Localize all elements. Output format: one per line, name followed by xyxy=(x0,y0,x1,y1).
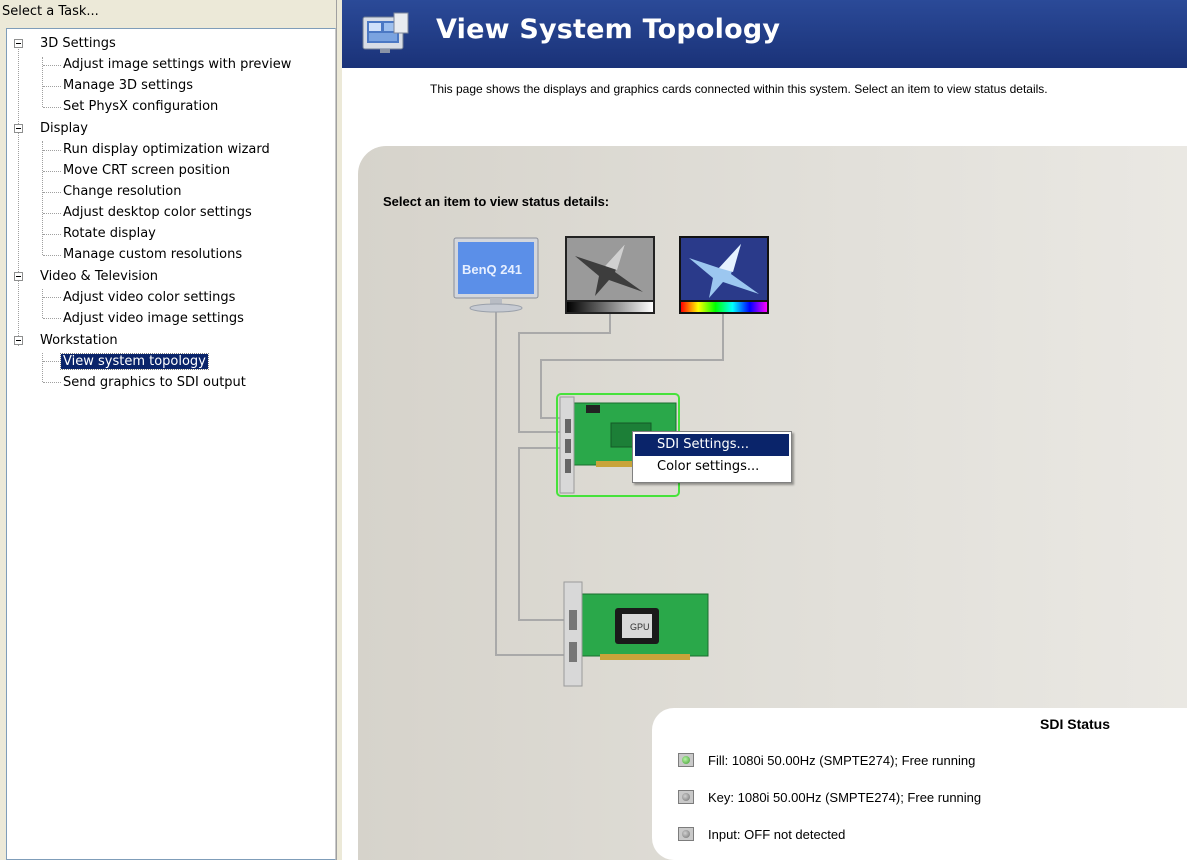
sdi-status-panel: SDI Status Fill: 1080i 50.00Hz (SMPTE274… xyxy=(652,708,1187,860)
tree-node-3d-settings[interactable]: 3D Settings xyxy=(38,35,118,53)
tree-item-video-color[interactable]: Adjust video color settings xyxy=(61,289,237,307)
tree-item-manage-3d-settings[interactable]: Manage 3D settings xyxy=(61,77,195,95)
collapse-3d-settings-icon[interactable] xyxy=(14,39,23,48)
tree-node-label: Display xyxy=(40,121,88,136)
display-3[interactable] xyxy=(679,236,769,314)
tree-item-label: Send graphics to SDI output xyxy=(63,375,246,390)
tree-node-display[interactable]: Display xyxy=(38,120,90,138)
tree-node-label: Video & Television xyxy=(40,269,159,284)
tree-item-label: Rotate display xyxy=(63,226,156,241)
tree-node-video-television[interactable]: Video & Television xyxy=(38,268,160,286)
page-header: View System Topology xyxy=(342,0,1187,68)
tree-item-label: Adjust video color settings xyxy=(63,290,236,305)
context-menu: SDI Settings... Color settings... xyxy=(632,431,792,483)
tree-item-adjust-image-settings[interactable]: Adjust image settings with preview xyxy=(61,56,293,74)
display-benq-241[interactable]: BenQ 241 xyxy=(452,236,542,314)
sdi-status-title: SDI Status xyxy=(1040,716,1111,732)
tree-item-label: Adjust desktop color settings xyxy=(63,205,252,220)
monitor-label: BenQ 241 xyxy=(462,262,522,277)
menu-item-color-settings[interactable]: Color settings... xyxy=(635,456,789,478)
task-panel-header: Select a Task... xyxy=(2,4,99,19)
led-green-icon xyxy=(678,753,694,767)
tree-node-workstation[interactable]: Workstation xyxy=(38,332,120,350)
tree-item-run-display-wizard[interactable]: Run display optimization wizard xyxy=(61,141,272,159)
page-title: View System Topology xyxy=(436,14,781,45)
tree-item-video-image[interactable]: Adjust video image settings xyxy=(61,310,246,328)
collapse-workstation-icon[interactable] xyxy=(14,336,23,345)
tree-item-label: Move CRT screen position xyxy=(63,163,231,178)
tree-node-label: Workstation xyxy=(40,333,118,348)
tree-item-label: Set PhysX configuration xyxy=(63,99,219,114)
task-panel: Select a Task... 3D Settings Adjust imag… xyxy=(0,0,342,860)
sdi-status-text: Fill: 1080i 50.00Hz (SMPTE274); Free run… xyxy=(708,753,976,768)
task-tree[interactable]: 3D Settings Adjust image settings with p… xyxy=(6,28,336,860)
tree-item-send-graphics-sdi[interactable]: Send graphics to SDI output xyxy=(61,374,248,392)
tree-item-change-resolution[interactable]: Change resolution xyxy=(61,183,183,201)
display-2[interactable] xyxy=(565,236,655,314)
tree-item-set-physx[interactable]: Set PhysX configuration xyxy=(61,98,220,116)
tree-item-label: Manage 3D settings xyxy=(63,78,194,93)
tree-item-view-system-topology[interactable]: View system topology xyxy=(60,353,209,371)
panel-splitter[interactable] xyxy=(336,0,342,860)
gpu-chip-label: GPU xyxy=(630,622,650,632)
tree-item-move-crt[interactable]: Move CRT screen position xyxy=(61,162,232,180)
tree-item-label: Run display optimization wizard xyxy=(63,142,270,157)
collapse-video-icon[interactable] xyxy=(14,272,23,281)
menu-item-sdi-settings[interactable]: SDI Settings... xyxy=(635,434,789,456)
tree-node-label: 3D Settings xyxy=(40,36,116,51)
collapse-display-icon[interactable] xyxy=(14,124,23,133)
led-grey-icon xyxy=(678,827,694,841)
tree-item-label: Adjust image settings with preview xyxy=(63,57,292,72)
nvidia-control-panel: Select a Task... 3D Settings Adjust imag… xyxy=(0,0,1187,860)
tree-item-desktop-color[interactable]: Adjust desktop color settings xyxy=(61,204,254,222)
led-grey-icon xyxy=(678,790,694,804)
tree-item-label: View system topology xyxy=(60,353,209,370)
select-item-label: Select an item to view status details: xyxy=(383,194,610,209)
tree-item-rotate-display[interactable]: Rotate display xyxy=(61,225,158,243)
topology-page-icon xyxy=(362,12,409,53)
tree-item-custom-resolutions[interactable]: Manage custom resolutions xyxy=(61,246,244,264)
page-description: This page shows the displays and graphic… xyxy=(430,82,1048,96)
sdi-status-text: Key: 1080i 50.00Hz (SMPTE274); Free runn… xyxy=(708,790,982,805)
sdi-status-text: Input: OFF not detected xyxy=(708,827,846,842)
tree-item-label: Change resolution xyxy=(63,184,182,199)
tree-item-label: Adjust video image settings xyxy=(63,311,244,326)
tree-item-label: Manage custom resolutions xyxy=(63,247,243,262)
gpu-card[interactable]: GPU xyxy=(560,580,710,690)
